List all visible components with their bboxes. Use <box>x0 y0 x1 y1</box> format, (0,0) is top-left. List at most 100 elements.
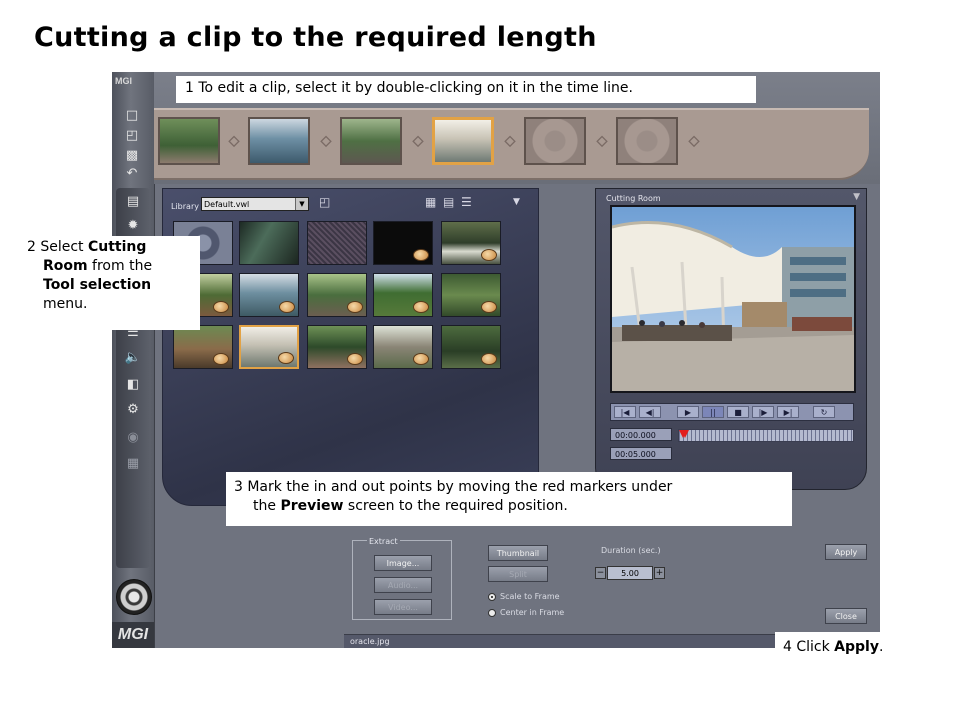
callout-text: 4 Click <box>783 639 835 655</box>
timeline-clip[interactable] <box>158 117 220 165</box>
callout-text: the <box>253 498 281 514</box>
library-thumbnail[interactable] <box>307 221 367 265</box>
cut-scrub-bar[interactable] <box>678 429 854 442</box>
duration-increase-button[interactable]: + <box>654 567 665 579</box>
thumbnail-button[interactable]: Thumbnail <box>488 545 548 561</box>
pause-icon[interactable]: || <box>702 406 724 418</box>
extract-image-button[interactable]: Image... <box>374 555 432 571</box>
open-folder-icon[interactable]: ◰ <box>120 126 144 144</box>
library-thumbnail[interactable] <box>307 273 367 317</box>
callout-step-2-line1: 2 Select Cutting <box>27 239 146 255</box>
transition-icon[interactable]: ◇ <box>316 132 336 150</box>
transition-icon[interactable]: ◇ <box>408 132 428 150</box>
image-palette-icon <box>413 353 429 365</box>
callout-step-4: 4 Click Apply. <box>775 632 923 664</box>
library-thumbnail[interactable] <box>239 221 299 265</box>
callout-step-3-line1: 3 Mark the in and out points by moving t… <box>234 479 673 495</box>
duration-input[interactable]: 5.00 <box>607 566 653 580</box>
library-select[interactable]: Default.vwl ▼ <box>201 197 309 211</box>
scale-to-frame-option[interactable]: Scale to Frame <box>488 592 560 601</box>
panel-menu-arrow-icon[interactable]: ▼ <box>513 197 520 207</box>
callout-bold-text: Room <box>43 258 88 274</box>
extract-video-button[interactable]: Video... <box>374 599 432 615</box>
stop-icon[interactable]: ■ <box>727 406 749 418</box>
library-thumbnail[interactable] <box>441 221 501 265</box>
library-thumbnail[interactable] <box>373 221 433 265</box>
duration-label: Duration (sec.) <box>601 546 661 555</box>
chevron-down-icon[interactable]: ▼ <box>295 198 308 210</box>
callout-text: from the <box>87 258 153 274</box>
cutting-room-title: Cutting Room <box>606 194 661 203</box>
image-palette-icon <box>481 301 497 313</box>
image-palette-icon <box>481 249 497 261</box>
brand-logo-bottom: MGI <box>112 622 154 648</box>
panel-menu-arrow-icon[interactable]: ▼ <box>853 192 860 202</box>
duration-decrease-button[interactable]: − <box>595 567 606 579</box>
image-palette-icon <box>213 353 229 365</box>
timeline-clip[interactable] <box>248 117 310 165</box>
transition-icon[interactable]: ◇ <box>500 132 520 150</box>
library-thumbnail[interactable] <box>307 325 367 369</box>
cutting-room-panel: Cutting Room ▼ |◀ ◀| ▶ || ■ |▶ ▶| ↻ 00:0… <box>595 188 867 490</box>
transition-icon[interactable]: ◇ <box>684 132 704 150</box>
timecode-in: 00:00.000 <box>610 428 672 441</box>
film-icon[interactable]: ▤ <box>121 192 145 210</box>
image-palette-icon <box>413 301 429 313</box>
go-start-icon[interactable]: |◀ <box>614 406 636 418</box>
empty-clip-slot[interactable] <box>524 117 586 165</box>
library-thumbnail[interactable] <box>173 325 233 369</box>
step-back-icon[interactable]: ◀| <box>639 406 661 418</box>
library-thumbnail[interactable] <box>373 273 433 317</box>
effects-icon[interactable]: ✹ <box>121 216 145 234</box>
plug-icon[interactable]: ⚙ <box>121 400 145 418</box>
image-palette-icon <box>347 301 363 313</box>
overlay-icon[interactable]: ◧ <box>121 375 145 393</box>
library-thumbnail[interactable] <box>239 273 299 317</box>
apply-button[interactable]: Apply <box>825 544 867 560</box>
callout-step-3-line2: the Preview screen to the required posit… <box>234 497 792 516</box>
audio-icon[interactable]: 🔈 <box>121 348 145 366</box>
library-thumbnail[interactable] <box>441 273 501 317</box>
image-palette-icon <box>481 353 497 365</box>
scale-to-frame-radio[interactable] <box>488 592 496 601</box>
new-file-icon[interactable]: □ <box>120 106 144 124</box>
timecode-out: 00:05.000 <box>610 447 672 460</box>
timeline-filmstrip: ◇ ◇ ◇ ◇ ◇ ◇ <box>154 108 869 180</box>
library-thumbnail[interactable] <box>441 325 501 369</box>
library-thumbnail-selected[interactable] <box>239 325 299 369</box>
go-end-icon[interactable]: ▶| <box>777 406 799 418</box>
split-button[interactable]: Split <box>488 566 548 582</box>
callout-text: . <box>878 639 884 655</box>
center-in-frame-option[interactable]: Center in Frame <box>488 608 564 617</box>
callout-step-1: 1 To edit a clip, select it by double-cl… <box>176 76 756 103</box>
timeline-clip[interactable] <box>340 117 402 165</box>
step-forward-icon[interactable]: |▶ <box>752 406 774 418</box>
loop-icon[interactable]: ↻ <box>813 406 835 418</box>
timeline-clip-selected[interactable] <box>432 117 494 165</box>
globe-icon[interactable]: ◉ <box>121 428 145 446</box>
undo-icon[interactable]: ↶ <box>120 164 144 182</box>
play-icon[interactable]: ▶ <box>677 406 699 418</box>
small-icons-view-icon[interactable]: ▤ <box>443 195 454 209</box>
navigation-wheel[interactable] <box>116 579 152 615</box>
extract-audio-button[interactable]: Audio... <box>374 577 432 593</box>
library-thumbnail[interactable] <box>373 325 433 369</box>
callout-bold-text: Preview <box>280 498 344 514</box>
callout-text: screen to the required position. <box>343 498 568 514</box>
transition-icon[interactable]: ◇ <box>224 132 244 150</box>
export-icon[interactable]: ▦ <box>121 454 145 472</box>
callout-step-2-line4: menu. <box>43 296 88 312</box>
details-view-icon[interactable]: ☰ <box>461 195 472 209</box>
large-icons-view-icon[interactable]: ▦ <box>425 195 436 209</box>
callout-step-3: 3 Mark the in and out points by moving t… <box>226 472 792 526</box>
out-point-marker[interactable] <box>681 430 689 438</box>
close-button[interactable]: Close <box>825 608 867 624</box>
image-palette-icon <box>279 301 295 313</box>
empty-clip-slot[interactable] <box>616 117 678 165</box>
save-disk-icon[interactable]: ▩ <box>120 146 144 164</box>
center-in-frame-radio[interactable] <box>488 608 496 617</box>
open-folder-icon[interactable]: ◰ <box>319 195 330 209</box>
app-window: MGI □ ◰ ▩ ↶ ▤ ✹ ☰ 🔈 ◧ ⚙ ◉ ▦ MGI ◇ ◇ ◇ ◇ <box>112 72 880 648</box>
transition-icon[interactable]: ◇ <box>592 132 612 150</box>
image-palette-icon <box>278 352 294 364</box>
